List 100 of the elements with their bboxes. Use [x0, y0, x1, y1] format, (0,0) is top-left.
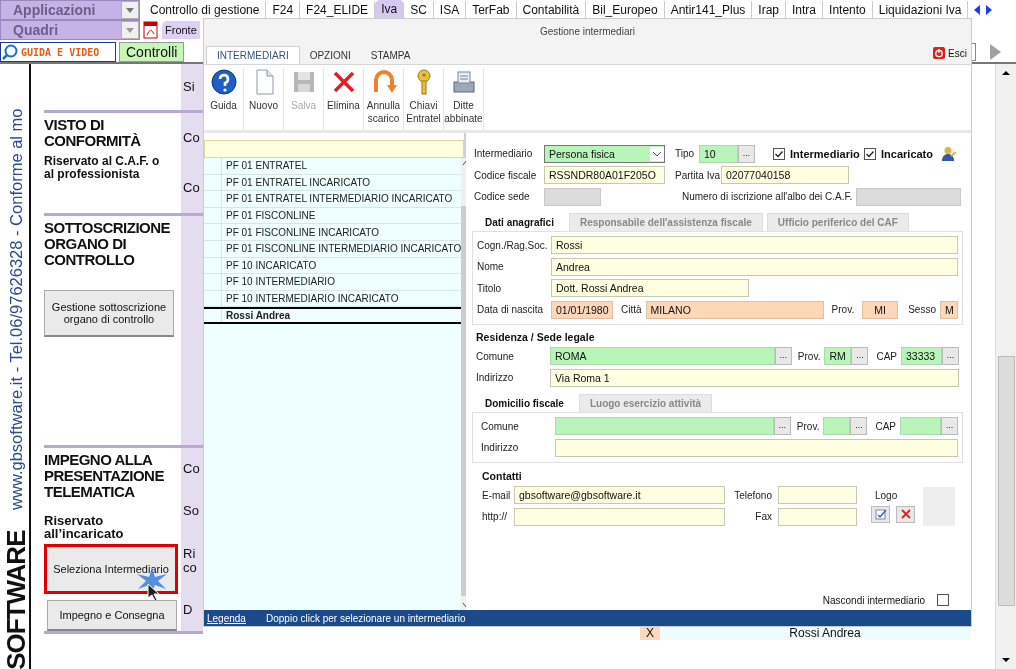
module-tab[interactable]: Iva	[375, 0, 405, 20]
field-label: Numero di iscrizione all'albo dei C.A.F.	[682, 191, 853, 203]
lookup-button[interactable]: ...	[851, 347, 869, 366]
field-label: CAP	[875, 420, 896, 432]
field-label: So	[183, 504, 200, 519]
checks-button[interactable]: Controlli	[119, 42, 185, 62]
field-label: Co	[183, 181, 201, 195]
input-field[interactable]: M	[940, 300, 958, 319]
remove-logo-button[interactable]	[896, 505, 915, 523]
field-label: Co	[183, 462, 201, 477]
toolbar-button[interactable]: Ditte abbinate	[446, 68, 484, 130]
section-title: IMPEGNO ALLA PRESENTAZIONE TELEMATICA	[44, 452, 165, 500]
checkbox[interactable]	[937, 594, 949, 606]
checkbox-label: Incaricato	[881, 147, 933, 160]
toolbar-button[interactable]: Annulla scarico	[366, 68, 404, 130]
field-label: Data di nascita	[477, 304, 545, 316]
field-label: Nome	[477, 261, 505, 273]
field-label: Ri co	[183, 546, 198, 575]
input-field[interactable]: Via Roma 1	[550, 368, 959, 387]
field-label: Co	[183, 131, 201, 145]
toolbar-button[interactable]: Nuovo	[246, 68, 284, 130]
list-item[interactable]: PF 10 INTERMEDIARIO	[204, 274, 462, 291]
input-field[interactable]: Persona fisica	[544, 144, 665, 163]
action-button[interactable]: Impegno e Consegna	[47, 600, 177, 631]
input-field[interactable]: gbsoftware@gbsoftware.it	[514, 486, 725, 505]
checkbox-label: Nascondi intermediario	[822, 594, 925, 606]
group-title: Residenza / Sede legale	[476, 329, 596, 345]
scroll-thumb[interactable]	[997, 356, 1015, 606]
checkbox[interactable]	[773, 147, 785, 160]
input-field[interactable]	[900, 417, 941, 436]
lookup-button[interactable]: ...	[738, 144, 755, 163]
list-item[interactable]: PF 01 ENTRATEL	[204, 158, 462, 175]
checkbox[interactable]	[864, 147, 877, 160]
edit-logo-button[interactable]	[871, 505, 890, 523]
legend-link[interactable]: Legenda	[204, 612, 266, 624]
field-label: Partita Iva	[675, 169, 721, 181]
close-icon	[899, 508, 912, 520]
input-field[interactable]: RSSNDR80A01F205O	[544, 166, 665, 185]
exit-button[interactable]: Esci	[929, 47, 971, 62]
list-item[interactable]: PF 10 INCARICATO	[204, 257, 462, 275]
input-field[interactable]: MI	[862, 300, 899, 319]
lookup-button[interactable]: ...	[941, 417, 958, 436]
ribbon-tab[interactable]: OPZIONI	[299, 47, 361, 64]
input-field[interactable]	[823, 417, 851, 436]
sheet-tab[interactable]: Fronte	[162, 21, 200, 39]
list-item[interactable]: PF 01 ENTRATEL INCARICATO	[204, 174, 462, 192]
field-label: Codice fiscale	[473, 169, 538, 181]
input-field[interactable]: 33333	[901, 347, 942, 366]
section-subtitle: Riservato all’incaricato	[44, 514, 124, 540]
help-icon	[209, 68, 238, 96]
list-item[interactable]: PF 01 ENTRATEL INTERMEDIARIO INCARICATO	[204, 191, 462, 208]
field-label: Cogn./Rag.Soc.	[477, 239, 549, 251]
list-item[interactable]: PF 01 FISCONLINE INCARICATO	[204, 224, 462, 241]
table-cell: X	[640, 627, 660, 640]
input-field[interactable]	[778, 507, 857, 526]
field-label: Sesso	[908, 304, 936, 316]
scrollbar[interactable]	[995, 64, 1016, 669]
field-label: CAP	[876, 350, 897, 362]
search-icon	[2, 44, 18, 60]
field-label: Intermediario	[473, 148, 534, 160]
field-label: Città	[621, 304, 642, 316]
list-item[interactable]: PF 10 INTERMEDIARIO INCARICATO	[204, 290, 462, 308]
field-label: Fax	[754, 511, 773, 523]
caret-icon	[650, 146, 664, 161]
input-field[interactable]: Dott. Rossi Andrea	[551, 279, 749, 298]
input-field[interactable]	[555, 438, 958, 457]
field-label: Titolo	[477, 282, 503, 294]
lookup-button[interactable]: ...	[942, 347, 959, 366]
field-label: Si	[183, 80, 196, 94]
toolbar-button[interactable]: Guida	[206, 68, 244, 130]
group-title: Contatti	[482, 468, 523, 484]
input-field[interactable]: 10	[699, 144, 738, 163]
field-label: Codice sede	[473, 191, 531, 203]
list-item[interactable]: Rossi Andrea	[204, 307, 462, 324]
search-field[interactable]	[204, 140, 464, 158]
input-field[interactable]	[555, 417, 774, 436]
field-label: Comune	[481, 420, 520, 432]
lookup-button[interactable]: ...	[850, 417, 868, 436]
input-field[interactable]	[514, 507, 725, 526]
input-field[interactable]: 02077040158	[721, 166, 849, 185]
input-field[interactable]	[778, 486, 857, 505]
list-item[interactable]: PF 01 FISCONLINE INTERMEDIARIO INCARICATO	[204, 240, 462, 258]
field-label: Comune	[476, 350, 515, 362]
input-field[interactable]	[856, 187, 962, 206]
toolbar-button[interactable]: Chiavi Entratel	[406, 68, 444, 130]
edit-icon	[874, 508, 887, 520]
input-field[interactable]: 01/01/1980	[551, 300, 613, 319]
input-field[interactable]: RM	[824, 347, 852, 366]
input-field[interactable]: MILANO	[645, 300, 824, 319]
input-field[interactable]: ROMA	[550, 347, 775, 366]
ribbon-tab[interactable]: STAMPA	[360, 47, 421, 64]
input-field[interactable]	[544, 187, 601, 206]
input-field[interactable]: Andrea	[551, 257, 958, 276]
section-title: SOTTOSCRIZIONE ORGANO DI CONTROLLO	[44, 220, 169, 268]
toolbar-button[interactable]: Elimina	[326, 68, 364, 130]
action-button[interactable]: Gestione sottoscrizione organo di controllo	[44, 290, 174, 337]
input-field[interactable]: Rossi	[551, 236, 958, 255]
next-arrow-icon	[988, 43, 1002, 61]
list-item[interactable]: PF 01 FISCONLINE	[204, 207, 462, 225]
ribbon-tab[interactable]: INTERMEDIARI	[206, 46, 300, 64]
